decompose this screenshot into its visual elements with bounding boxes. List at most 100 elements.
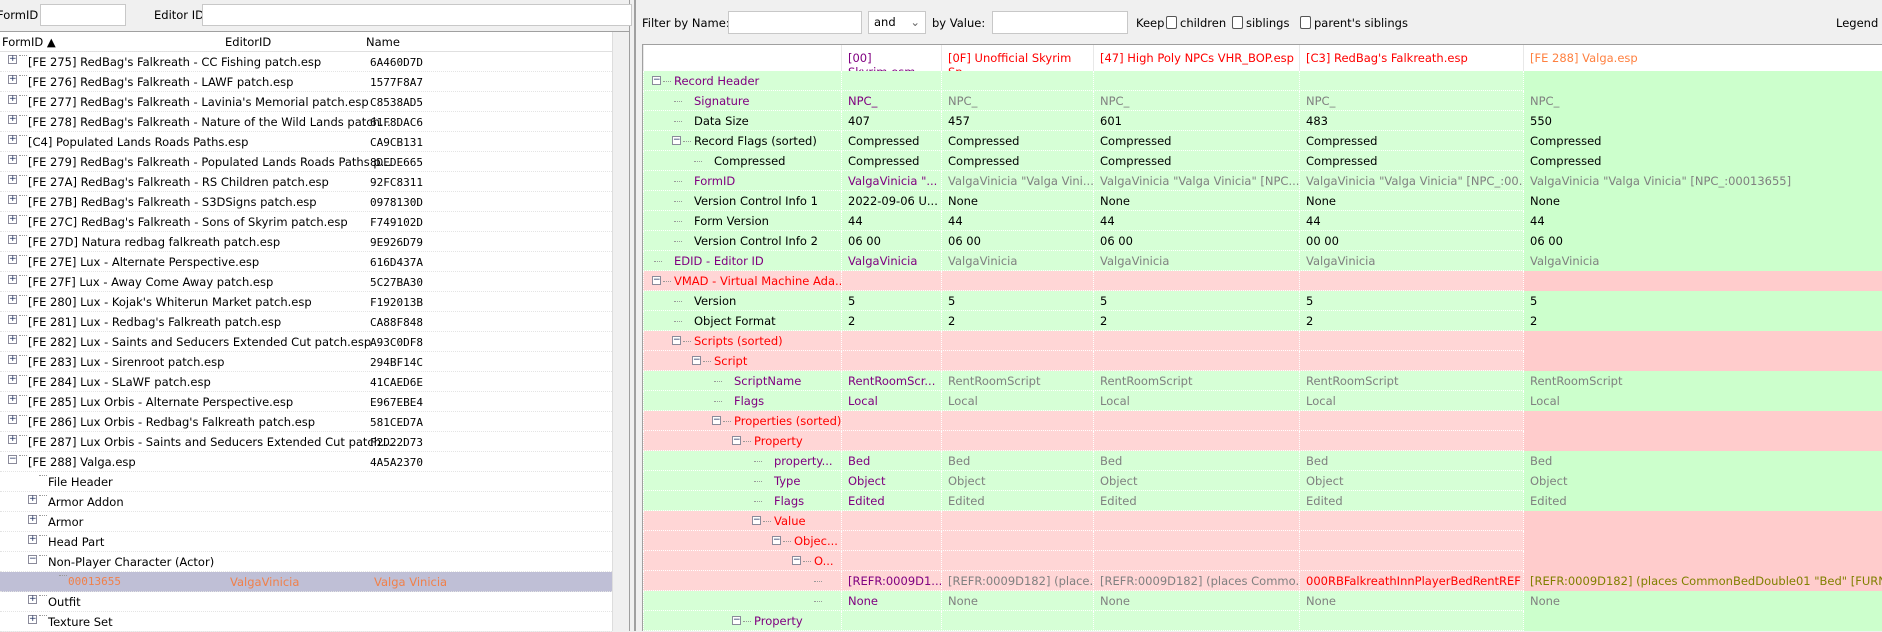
tree-row[interactable]: + [FE 276] RedBag's Falkreath - LAWF patc… (0, 72, 612, 92)
plugin-column-header[interactable]: [00] Skyrim.esm (841, 45, 941, 71)
field-value[interactable]: 44 (1093, 211, 1299, 231)
field-value[interactable] (941, 431, 1093, 451)
field-value[interactable]: NPC_ (841, 91, 941, 111)
expand-icon[interactable]: + (28, 535, 37, 544)
field-value[interactable] (841, 551, 941, 571)
tree-row[interactable]: 00013655 ValgaVinicia Valga Vinicia (0, 572, 612, 592)
field-value[interactable]: RentRoomScript (1299, 371, 1523, 391)
field-value[interactable]: Object (841, 471, 941, 491)
tree-row[interactable]: + [FE 280] Lux - Kojak's Whiterun Market … (0, 292, 612, 312)
field-value[interactable]: 06 00 (841, 231, 941, 251)
expand-icon[interactable]: + (8, 135, 17, 144)
expand-icon[interactable]: + (28, 495, 37, 504)
expand-icon[interactable]: + (8, 315, 17, 324)
field-value[interactable] (941, 531, 1093, 551)
field-value[interactable]: Compressed (1299, 131, 1523, 151)
field-value[interactable]: 457 (941, 111, 1093, 131)
tree-row[interactable]: + [FE 278] RedBag's Falkreath - Nature of… (0, 112, 612, 132)
field-value[interactable] (941, 331, 1093, 351)
expand-icon[interactable]: + (28, 515, 37, 524)
field-value[interactable] (1523, 71, 1882, 91)
field-value[interactable] (1299, 351, 1523, 371)
field-value[interactable]: 00 00 (1299, 231, 1523, 251)
field-value[interactable] (1299, 431, 1523, 451)
collapse-icon[interactable]: − (672, 136, 681, 145)
field-value[interactable]: 5 (941, 291, 1093, 311)
field-value[interactable]: 06 00 (1523, 231, 1882, 251)
expand-icon[interactable]: + (8, 75, 17, 84)
field-value[interactable] (941, 411, 1093, 431)
field-value[interactable]: ValgaVinicia "Valga Vinicia" [NPC... (1093, 171, 1299, 191)
record-row[interactable]: − O... (643, 551, 1882, 571)
field-value[interactable]: 2022-09-06 U... (841, 191, 941, 211)
field-value[interactable]: Edited (1093, 491, 1299, 511)
field-value[interactable]: ValgaVinicia "Valga Vinicia" [NPC_:00013… (1523, 171, 1882, 191)
field-value[interactable]: Bed (841, 451, 941, 471)
record-row[interactable]: − Script (643, 351, 1882, 371)
field-value[interactable] (1093, 431, 1299, 451)
field-value[interactable] (1093, 611, 1299, 631)
record-row[interactable]: EDID - Editor ID ValgaVinicia ValgaVinicia… (643, 251, 1882, 271)
field-value[interactable]: ValgaVinicia "Valga Vinicia" [NPC_:00... (1299, 171, 1523, 191)
field-value[interactable]: ValgaVinicia "... (841, 171, 941, 191)
field-value[interactable]: ValgaVinicia (841, 251, 941, 271)
field-value[interactable] (941, 271, 1093, 291)
field-value[interactable]: [REFR:0009D182] (place... (941, 571, 1093, 591)
tree-scrollbar[interactable] (612, 32, 629, 631)
record-row[interactable]: − VMAD - Virtual Machine Ada... (643, 271, 1882, 291)
expand-icon[interactable]: + (8, 415, 17, 424)
field-value[interactable]: NPC_ (1523, 91, 1882, 111)
tree-row[interactable]: + [FE 27B] RedBag's Falkreath - S3DSigns … (0, 192, 612, 212)
plugin-column-header[interactable]: [FE 288] Valga.esp (1523, 45, 1882, 71)
tree-row[interactable]: + [FE 286] Lux Orbis - Redbag's Falkreath… (0, 412, 612, 432)
field-value[interactable]: None (1523, 591, 1882, 611)
tree-row[interactable]: + Armor Addon (0, 492, 612, 512)
record-row[interactable]: Flags Edited Edited Edited Edited Edited (643, 491, 1882, 511)
collapse-icon[interactable]: − (792, 556, 801, 565)
field-value[interactable]: 2 (1523, 311, 1882, 331)
expand-icon[interactable]: + (8, 195, 17, 204)
plugin-column-header[interactable]: [0F] Unofficial Skyrim Sp... (941, 45, 1093, 71)
keep-children-checkbox[interactable]: children (1166, 16, 1226, 30)
field-value[interactable] (841, 431, 941, 451)
field-value[interactable]: Bed (941, 451, 1093, 471)
expand-icon[interactable]: + (8, 295, 17, 304)
field-value[interactable]: ValgaVinicia (1523, 251, 1882, 271)
collapse-icon[interactable]: − (752, 516, 761, 525)
collapse-icon[interactable]: − (712, 416, 721, 425)
field-value[interactable] (841, 331, 941, 351)
field-value[interactable]: None (941, 191, 1093, 211)
field-value[interactable]: ValgaVinicia "Valga Vini... (941, 171, 1093, 191)
field-value[interactable]: None (1523, 191, 1882, 211)
expand-icon[interactable]: + (8, 275, 17, 284)
tree-row[interactable]: + Head Part (0, 532, 612, 552)
field-value[interactable]: Object (941, 471, 1093, 491)
field-value[interactable]: Object (1523, 471, 1882, 491)
keep-siblings-checkbox[interactable]: siblings (1232, 16, 1289, 30)
tree-row[interactable]: + [FE 27D] Natura redbag falkreath patch.… (0, 232, 612, 252)
tree-row[interactable]: − [FE 288] Valga.esp 4A5A2370 (0, 452, 612, 472)
field-value[interactable]: 5 (1523, 291, 1882, 311)
collapse-icon[interactable]: − (672, 336, 681, 345)
field-value[interactable]: 06 00 (941, 231, 1093, 251)
field-value[interactable]: Edited (841, 491, 941, 511)
expand-icon[interactable]: + (8, 235, 17, 244)
field-value[interactable]: None (841, 591, 941, 611)
keep-parents-siblings-checkbox[interactable]: parent's siblings (1300, 16, 1408, 30)
field-value[interactable]: Object (1093, 471, 1299, 491)
record-row[interactable]: Version Control Info 2 06 00 06 00 06 00 00 … (643, 231, 1882, 251)
field-value[interactable]: 44 (1299, 211, 1523, 231)
field-value[interactable]: 000RBFalkreathInnPlayerBedRentREF ... (1299, 571, 1523, 591)
field-value[interactable] (1299, 551, 1523, 571)
expand-icon[interactable]: + (28, 615, 37, 624)
field-value[interactable]: RentRoomScr... (841, 371, 941, 391)
field-value[interactable] (1093, 71, 1299, 91)
expand-icon[interactable]: + (8, 55, 17, 64)
record-row[interactable]: − Property (643, 611, 1882, 631)
field-value[interactable]: None (1093, 191, 1299, 211)
expand-icon[interactable]: + (8, 215, 17, 224)
field-value[interactable] (1299, 331, 1523, 351)
expand-icon[interactable]: + (8, 435, 17, 444)
field-value[interactable]: 44 (841, 211, 941, 231)
field-value[interactable] (841, 411, 941, 431)
